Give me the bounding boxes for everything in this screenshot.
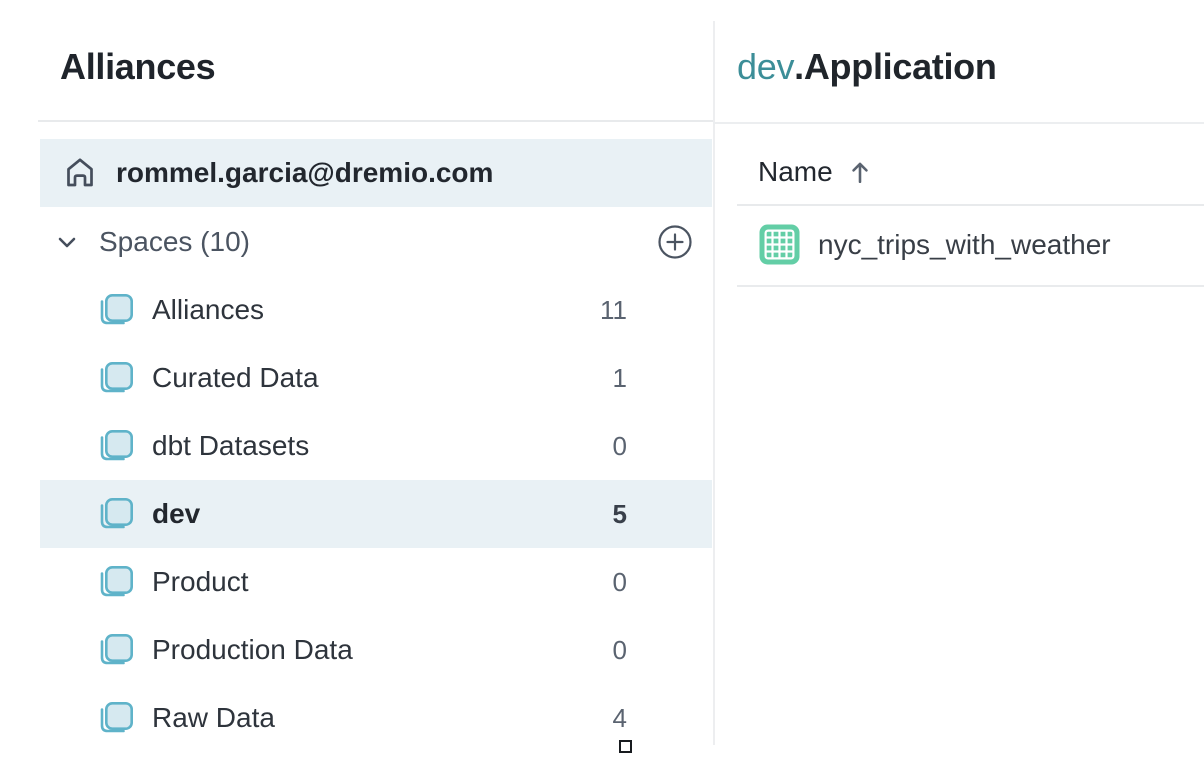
breadcrumb-folder-name: Application [804,46,997,87]
dataset-row[interactable]: nyc_trips_with_weather [737,204,1204,287]
panel-resize-handle[interactable] [619,740,632,753]
add-space-button[interactable] [657,224,693,260]
space-dataset-count: 5 [613,499,627,530]
dataset-table-body: nyc_trips_with_weather [737,204,1204,287]
space-dataset-count: 4 [613,703,627,734]
panel-vertical-divider [713,21,715,745]
spaces-section-header[interactable]: Spaces (10) [40,207,712,276]
home-space-item[interactable]: rommel.garcia@dremio.com [40,139,712,207]
chevron-down-icon[interactable] [55,230,79,254]
space-icon [97,700,133,736]
space-icon [97,632,133,668]
breadcrumb-space-name[interactable]: dev [737,46,794,87]
home-space-label: rommel.garcia@dremio.com [116,157,493,189]
space-list-item[interactable]: Production Data 0 [40,616,712,684]
space-icon [97,428,133,464]
space-icon [97,360,133,396]
space-dataset-count: 0 [613,635,627,666]
breadcrumb-separator: . [794,46,804,87]
space-list-item[interactable]: Alliances 11 [40,276,712,344]
plus-circle-icon [657,224,693,260]
space-dataset-count: 0 [613,567,627,598]
right-panel-breadcrumb: dev.Application [737,46,997,88]
spaces-list: Alliances 11 Curated Data 1 dbt Datasets… [40,276,712,752]
left-panel-title: Alliances [60,46,215,88]
right-panel-divider [713,122,1204,124]
space-name: dev [152,498,200,530]
space-icon [97,496,133,532]
space-list-item[interactable]: Product 0 [40,548,712,616]
space-list-item[interactable]: Curated Data 1 [40,344,712,412]
dataset-table-icon [759,224,800,265]
space-list-item[interactable]: Raw Data 4 [40,684,712,752]
space-dataset-count: 0 [613,431,627,462]
space-name: Raw Data [152,702,275,734]
space-list-item[interactable]: dbt Datasets 0 [40,412,712,480]
space-icon [97,292,133,328]
space-name: Product [152,566,249,598]
space-name: Alliances [152,294,264,326]
space-name: Production Data [152,634,353,666]
home-icon [61,154,99,192]
space-name: Curated Data [152,362,319,394]
space-list-item[interactable]: dev 5 [40,480,712,548]
column-label: Name [758,156,833,188]
left-panel-divider [38,120,713,122]
space-dataset-count: 11 [600,295,627,326]
space-dataset-count: 1 [613,363,627,394]
spaces-section-label: Spaces (10) [99,226,250,258]
space-icon [97,564,133,600]
arrow-up-icon [849,158,871,186]
space-name: dbt Datasets [152,430,309,462]
table-column-header-name[interactable]: Name [737,140,1204,204]
dataset-name: nyc_trips_with_weather [818,229,1111,261]
